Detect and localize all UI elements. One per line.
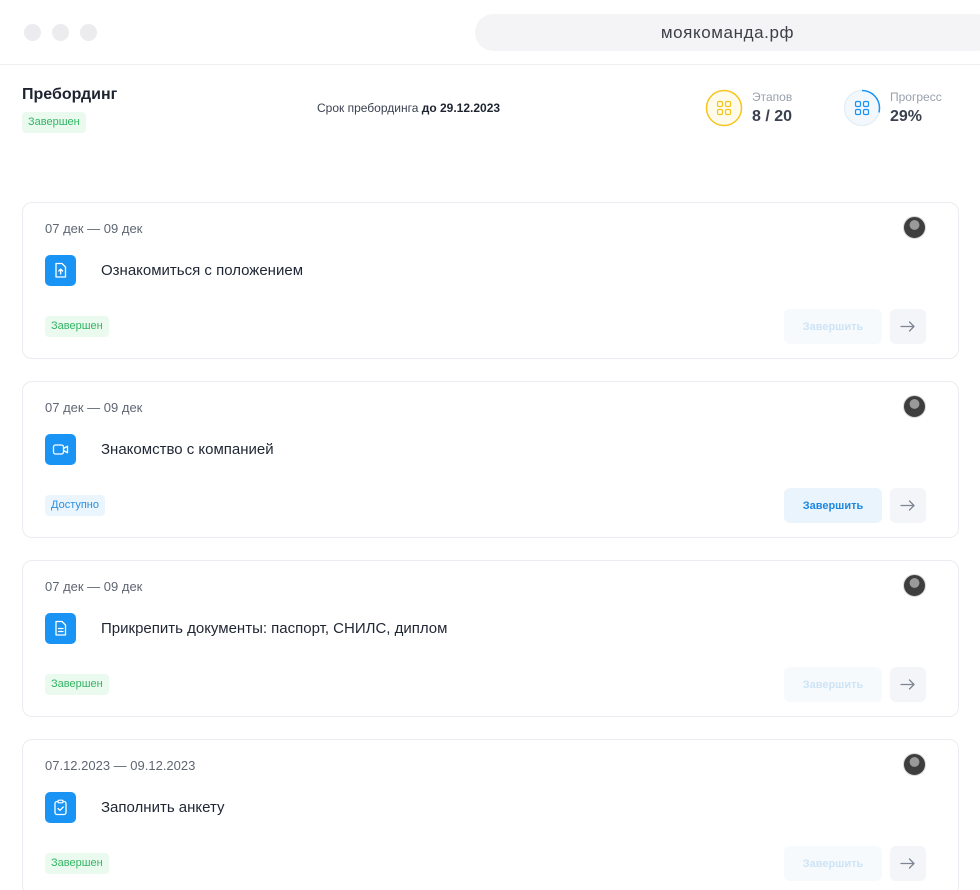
deadline-label: Срок пребординга [317, 101, 419, 115]
open-task-button[interactable] [890, 667, 926, 702]
grid-icon [716, 100, 732, 116]
progress-label: Прогресс [890, 90, 942, 104]
arrow-right-icon [900, 500, 915, 511]
status-badge: Завершен [45, 674, 109, 695]
task-card: 07 дек — 09 дек Прикрепить документы: па… [22, 560, 959, 717]
window-minimize-dot[interactable] [52, 24, 69, 41]
window-maximize-dot[interactable] [80, 24, 97, 41]
finish-button[interactable]: Завершить [784, 667, 882, 702]
task-card: 07 дек — 09 дек Знакомство с компанией Д… [22, 381, 959, 538]
browser-toolbar: моякоманда.рф [0, 0, 980, 65]
task-card: 07.12.2023 — 09.12.2023 Заполнить анкету… [22, 739, 959, 890]
avatar[interactable] [903, 216, 926, 239]
grid-icon [854, 100, 870, 116]
arrow-right-icon [900, 679, 915, 690]
finish-button[interactable]: Завершить [784, 488, 882, 523]
task-title[interactable]: Знакомство с компанией [101, 441, 274, 458]
deadline-text: Срок пребординга до 29.12.2023 [317, 101, 500, 115]
task-date: 07.12.2023 — 09.12.2023 [45, 758, 196, 773]
task-date: 07 дек — 09 дек [45, 579, 143, 594]
avatar[interactable] [903, 574, 926, 597]
page-title: Пребординг [22, 86, 118, 103]
avatar[interactable] [903, 753, 926, 776]
finish-button[interactable]: Завершить [784, 846, 882, 881]
arrow-right-icon [900, 858, 915, 869]
open-task-button[interactable] [890, 488, 926, 523]
video-camera-icon [45, 434, 76, 465]
address-url: моякоманда.рф [660, 23, 795, 42]
task-date: 07 дек — 09 дек [45, 400, 143, 415]
window-close-dot[interactable] [24, 24, 41, 41]
task-title[interactable]: Прикрепить документы: паспорт, СНИЛС, ди… [101, 620, 447, 637]
document-upload-icon [45, 255, 76, 286]
task-title[interactable]: Заполнить анкету [101, 799, 225, 816]
clipboard-check-icon [45, 792, 76, 823]
open-task-button[interactable] [890, 309, 926, 344]
status-badge: Завершен [45, 316, 109, 337]
stages-label: Этапов [752, 90, 793, 104]
open-task-button[interactable] [890, 846, 926, 881]
status-badge: Доступно [45, 495, 106, 516]
document-text-icon [45, 613, 76, 644]
stages-value: 8 / 20 [752, 108, 793, 125]
task-date: 07 дек — 09 дек [45, 221, 143, 236]
address-bar[interactable]: моякоманда.рф [475, 14, 980, 51]
arrow-right-icon [900, 321, 915, 332]
progress-value: 29% [890, 108, 923, 125]
task-card: 07 дек — 09 дек Ознакомиться с положение… [22, 202, 959, 359]
status-badge: Завершен [45, 853, 109, 874]
deadline-value: до 29.12.2023 [421, 101, 501, 115]
task-title[interactable]: Ознакомиться с положением [101, 262, 303, 279]
preboarding-status-badge: Завершен [22, 112, 86, 133]
avatar[interactable] [903, 395, 926, 418]
finish-button[interactable]: Завершить [784, 309, 882, 344]
